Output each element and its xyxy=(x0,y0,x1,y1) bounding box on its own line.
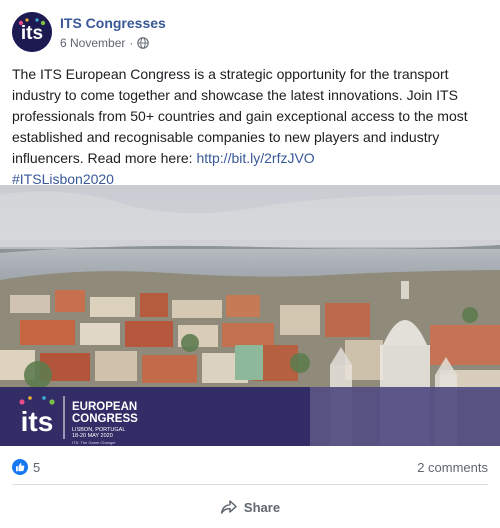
footer-divider xyxy=(12,484,488,485)
congress-banner: its EUROPEAN CONGRESS LISBON, PORTUGAL 1… xyxy=(0,387,500,446)
banner-graphic: its EUROPEAN CONGRESS LISBON, PORTUGAL 1… xyxy=(0,387,500,446)
like-icon xyxy=(12,459,28,475)
read-more-link[interactable]: http://bit.ly/2rfzJVO xyxy=(196,150,314,166)
meta-separator: · xyxy=(129,36,134,50)
post-footer: 5 2 comments xyxy=(12,456,488,478)
share-label: Share xyxy=(243,499,281,515)
post-date[interactable]: 6 November xyxy=(60,35,125,51)
banner-line2: CONGRESS xyxy=(72,413,138,425)
banner-tagline: ITS: The Game Changer xyxy=(72,440,116,445)
page-avatar[interactable]: its xyxy=(12,12,52,52)
banner-line1: EUROPEAN xyxy=(72,401,137,413)
share-arrow-icon xyxy=(220,500,237,514)
share-button[interactable]: Share xyxy=(0,490,500,524)
post-text: The ITS European Congress is a strategic… xyxy=(12,64,490,190)
comments-link[interactable]: 2 comments xyxy=(417,460,488,475)
svg-text:its: its xyxy=(21,23,43,44)
page-name-link[interactable]: ITS Congresses xyxy=(60,14,166,32)
likes-count: 5 xyxy=(33,459,41,475)
banner-dates: 18-20 MAY 2020 xyxy=(72,433,113,439)
banner-logo-text: its xyxy=(21,406,54,437)
reactions[interactable]: 5 xyxy=(12,459,40,475)
post-header: its ITS Congresses 6 November · xyxy=(12,12,166,56)
its-logo-icon: its xyxy=(12,12,52,52)
globe-icon[interactable] xyxy=(137,37,150,49)
